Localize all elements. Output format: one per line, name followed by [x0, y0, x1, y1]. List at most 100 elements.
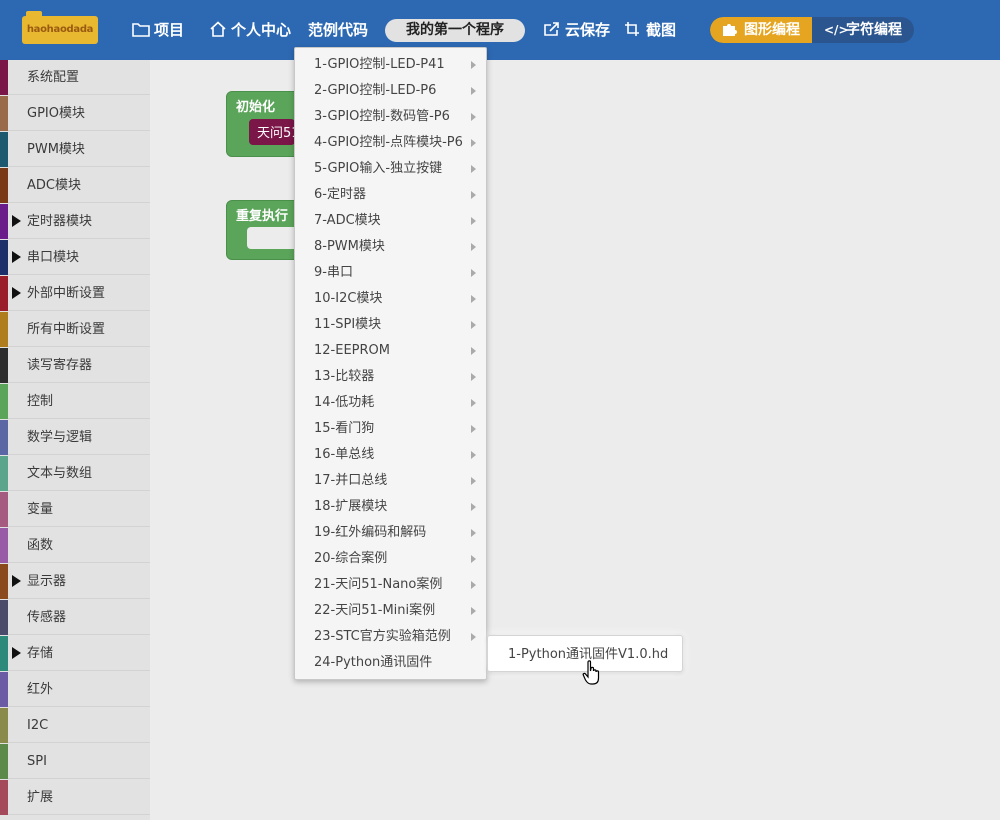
sidebar-category[interactable]: I2C: [0, 708, 150, 743]
logo-text: haohaodada: [26, 24, 94, 35]
submenu-arrow-icon: [471, 425, 476, 433]
category-color-swatch: [0, 492, 8, 527]
menu-item[interactable]: 3-GPIO控制-数码管-P6: [295, 104, 486, 130]
menu-item[interactable]: 14-低功耗: [295, 390, 486, 416]
menu-item[interactable]: 5-GPIO输入-独立按键: [295, 156, 486, 182]
menu-item[interactable]: 4-GPIO控制-点阵模块-P6: [295, 130, 486, 156]
crop-icon: [625, 22, 639, 36]
menu-item-label: 17-并口总线: [314, 473, 388, 488]
sidebar-category[interactable]: 存储: [0, 636, 150, 671]
sidebar-category[interactable]: 函数: [0, 528, 150, 563]
folder-icon: [132, 23, 150, 37]
menu-item[interactable]: 11-SPI模块: [295, 312, 486, 338]
menu-item[interactable]: 24-Python通讯固件: [295, 650, 486, 676]
sidebar-category[interactable]: 显示器: [0, 564, 150, 599]
menu-item[interactable]: 23-STC官方实验箱范例: [295, 624, 486, 650]
sidebar-category[interactable]: 文本与数组: [0, 456, 150, 491]
menu-item-label: 23-STC官方实验箱范例: [314, 629, 451, 644]
sidebar-category[interactable]: 串口模块: [0, 240, 150, 275]
menu-item[interactable]: 13-比较器: [295, 364, 486, 390]
menu-item-label: 6-定时器: [314, 187, 366, 202]
menu-item[interactable]: 9-串口: [295, 260, 486, 286]
category-label: 函数: [27, 538, 54, 553]
category-label: 定时器模块: [27, 214, 93, 229]
expand-arrow-icon[interactable]: [12, 251, 21, 263]
expand-arrow-icon[interactable]: [12, 215, 21, 227]
graphic-editor-label: 图形编程: [744, 22, 800, 38]
category-label: 显示器: [27, 574, 67, 589]
category-color-swatch: [0, 240, 8, 275]
sidebar-category[interactable]: 数学与逻辑: [0, 420, 150, 455]
sidebar-category[interactable]: 所有中断设置: [0, 312, 150, 347]
code-editor-button[interactable]: </> 字符编程: [812, 17, 914, 43]
submenu-arrow-icon: [471, 165, 476, 173]
expand-arrow-icon[interactable]: [12, 575, 21, 587]
sidebar-category[interactable]: PWM模块: [0, 132, 150, 167]
submenu-arrow-icon: [471, 503, 476, 511]
category-color-swatch: [0, 564, 8, 599]
category-color-swatch: [0, 348, 8, 383]
menu-item-label: 13-比较器: [314, 369, 375, 384]
submenu-arrow-icon: [471, 555, 476, 563]
graphic-editor-button[interactable]: 图形编程: [710, 17, 812, 43]
category-label: GPIO模块: [27, 106, 85, 121]
menu-item[interactable]: 15-看门狗: [295, 416, 486, 442]
menu-item[interactable]: 17-并口总线: [295, 468, 486, 494]
menu-item[interactable]: 6-定时器: [295, 182, 486, 208]
program-name-pill[interactable]: 我的第一个程序: [385, 19, 525, 42]
expand-arrow-icon[interactable]: [12, 647, 21, 659]
submenu-arrow-icon: [471, 191, 476, 199]
expand-arrow-icon[interactable]: [12, 287, 21, 299]
category-label: ADC模块: [27, 178, 81, 193]
menu-item[interactable]: 7-ADC模块: [295, 208, 486, 234]
menu-item[interactable]: 22-天问51-Mini案例: [295, 598, 486, 624]
nav-examples[interactable]: 范例代码: [308, 18, 368, 42]
menu-item[interactable]: 1-GPIO控制-LED-P41: [295, 52, 486, 78]
sidebar-category[interactable]: 传感器: [0, 600, 150, 635]
menu-item-label: 7-ADC模块: [314, 213, 381, 228]
menu-item[interactable]: 20-综合案例: [295, 546, 486, 572]
logo[interactable]: haohaodada: [22, 11, 98, 44]
category-color-swatch: [0, 600, 8, 635]
sidebar-category[interactable]: 扩展: [0, 780, 150, 815]
category-color-swatch: [0, 708, 8, 743]
menu-item-label: 24-Python通讯固件: [314, 655, 433, 670]
menu-item-label: 19-红外编码和解码: [314, 525, 427, 540]
category-color-swatch: [0, 276, 8, 311]
menu-item[interactable]: 2-GPIO控制-LED-P6: [295, 78, 486, 104]
menu-item[interactable]: 18-扩展模块: [295, 494, 486, 520]
menu-item[interactable]: 21-天问51-Nano案例: [295, 572, 486, 598]
category-color-swatch: [0, 744, 8, 779]
category-color-swatch: [0, 60, 8, 95]
category-label: 读写寄存器: [27, 358, 93, 373]
menu-item-label: 15-看门狗: [314, 421, 375, 436]
menu-item-label: 18-扩展模块: [314, 499, 388, 514]
sidebar-category[interactable]: SPI: [0, 744, 150, 779]
sidebar-category[interactable]: 控制: [0, 384, 150, 419]
sidebar-category[interactable]: 变量: [0, 492, 150, 527]
category-label: 系统配置: [27, 70, 80, 85]
category-label: 数学与逻辑: [27, 430, 93, 445]
category-label: SPI: [27, 754, 47, 769]
menu-item-label: 8-PWM模块: [314, 239, 385, 254]
menu-item[interactable]: 12-EEPROM: [295, 338, 486, 364]
sidebar-category[interactable]: 系统配置: [0, 60, 150, 95]
menu-item[interactable]: 16-单总线: [295, 442, 486, 468]
sidebar-category[interactable]: GPIO模块: [0, 96, 150, 131]
menu-item-label: 12-EEPROM: [314, 343, 390, 358]
submenu-arrow-icon: [471, 139, 476, 147]
category-label: 文本与数组: [27, 466, 93, 481]
sidebar-category[interactable]: 读写寄存器: [0, 348, 150, 383]
submenu-arrow-icon: [471, 61, 476, 69]
init-block-title: 初始化: [236, 100, 276, 115]
menu-item[interactable]: 8-PWM模块: [295, 234, 486, 260]
sidebar-category[interactable]: 红外: [0, 672, 150, 707]
sidebar-category[interactable]: 定时器模块: [0, 204, 150, 239]
board-block[interactable]: 天问51: [249, 119, 300, 145]
submenu-arrow-icon: [471, 269, 476, 277]
sidebar-category[interactable]: ADC模块: [0, 168, 150, 203]
sidebar-category[interactable]: 外部中断设置: [0, 276, 150, 311]
blockly-workspace[interactable]: 初始化 天问51 重复执行: [150, 60, 1000, 820]
menu-item[interactable]: 10-I2C模块: [295, 286, 486, 312]
menu-item[interactable]: 19-红外编码和解码: [295, 520, 486, 546]
